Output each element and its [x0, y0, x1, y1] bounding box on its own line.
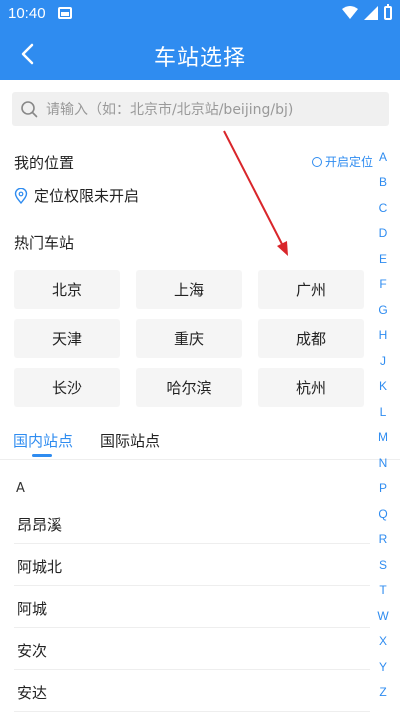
active-tab-indicator — [32, 454, 52, 457]
hot-city-button[interactable]: 长沙 — [14, 368, 120, 407]
hot-city-button[interactable]: 天津 — [14, 319, 120, 358]
hot-city-button[interactable]: 北京 — [14, 270, 120, 309]
index-letter[interactable]: A — [376, 150, 390, 164]
index-letter[interactable]: P — [376, 481, 390, 495]
image-notification-icon — [58, 7, 72, 19]
station-name: 阿城 — [17, 600, 48, 618]
index-letter[interactable]: E — [376, 252, 390, 266]
status-bar: 10:40 — [0, 0, 400, 28]
index-letter[interactable]: G — [376, 303, 390, 317]
page-title: 车站选择 — [153, 46, 246, 71]
location-pin-icon — [14, 187, 28, 204]
index-letter[interactable]: N — [376, 456, 390, 470]
index-letter[interactable]: D — [376, 226, 390, 240]
wifi-icon — [342, 6, 358, 19]
tab-international[interactable]: 国际站点 — [100, 430, 160, 451]
index-letter[interactable]: K — [376, 379, 390, 393]
station-row[interactable]: 阿城 — [0, 586, 370, 628]
station-row[interactable]: 阿城北 — [0, 544, 370, 586]
station-name: 安次 — [17, 642, 48, 660]
section-header: A — [16, 481, 25, 496]
search-icon — [21, 101, 38, 118]
hot-city-button[interactable]: 成都 — [258, 319, 364, 358]
station-row[interactable]: 昂昂溪 — [0, 502, 370, 544]
index-letter[interactable]: Q — [376, 507, 390, 521]
enable-location-label: 开启定位 — [325, 155, 374, 169]
index-letter[interactable]: Z — [376, 685, 390, 699]
hot-city-button[interactable]: 广州 — [258, 270, 364, 309]
status-time: 10:40 — [8, 5, 46, 22]
station-name: 安达 — [17, 684, 48, 702]
location-status: 定位权限未开启 — [14, 185, 139, 206]
my-location-title: 我的位置 — [14, 154, 75, 172]
status-icons — [342, 4, 392, 20]
station-row[interactable]: 安达 — [0, 670, 370, 712]
divider — [0, 459, 400, 460]
index-letter[interactable]: B — [376, 175, 390, 189]
search-bar — [12, 92, 389, 126]
search-input[interactable] — [44, 98, 378, 122]
index-letter[interactable]: Y — [376, 660, 390, 674]
hot-city-button[interactable]: 上海 — [136, 270, 242, 309]
index-letter[interactable]: T — [376, 583, 390, 597]
locate-icon — [312, 156, 322, 167]
tab-domestic[interactable]: 国内站点 — [13, 430, 73, 451]
station-name: 昂昂溪 — [17, 516, 63, 534]
index-letter[interactable]: L — [376, 405, 390, 419]
hot-city-button[interactable]: 哈尔滨 — [136, 368, 242, 407]
index-letter[interactable]: F — [376, 277, 390, 291]
hot-city-button[interactable]: 杭州 — [258, 368, 364, 407]
station-row[interactable]: 安次 — [0, 628, 370, 670]
index-letter[interactable]: M — [376, 430, 390, 444]
index-letter[interactable]: W — [376, 609, 390, 623]
station-name: 阿城北 — [17, 558, 63, 576]
index-letter[interactable]: H — [376, 328, 390, 342]
enable-location-button[interactable]: 开启定位 — [312, 153, 373, 170]
index-letter[interactable]: J — [376, 354, 390, 368]
index-letter[interactable]: R — [376, 532, 390, 546]
index-letter[interactable]: S — [376, 558, 390, 572]
app-header: 10:40 车站选择 — [0, 0, 400, 80]
hot-stations-title: 热门车站 — [14, 234, 75, 252]
index-letter[interactable]: C — [376, 201, 390, 215]
signal-icon — [364, 6, 378, 20]
battery-icon — [384, 4, 392, 20]
hot-city-button[interactable]: 重庆 — [136, 319, 242, 358]
location-status-text: 定位权限未开启 — [34, 187, 140, 205]
index-letter[interactable]: X — [376, 634, 390, 648]
